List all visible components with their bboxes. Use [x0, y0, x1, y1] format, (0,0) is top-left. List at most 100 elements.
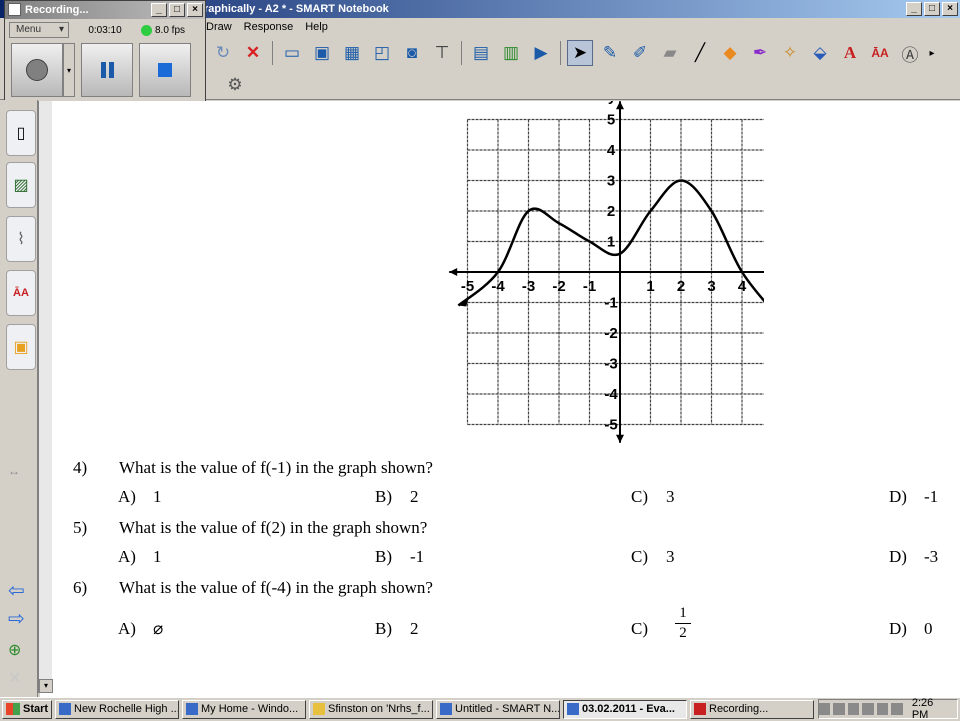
vertical-scrollbar[interactable]: ▾	[38, 101, 53, 693]
tray-icon[interactable]	[847, 703, 860, 715]
record-options-dropdown[interactable]: ▾	[63, 43, 75, 97]
recorder-maximize-button[interactable]: □	[169, 3, 185, 17]
ie-icon	[186, 702, 198, 715]
menu-response[interactable]: Response	[244, 18, 294, 36]
page-sorter-tab[interactable]: ▯	[6, 110, 36, 156]
resize-arrows-icon[interactable]: ↔	[8, 464, 20, 478]
taskbar-item[interactable]: 03.02.2011 - Eva...	[563, 699, 687, 719]
status-dot-icon	[141, 24, 152, 36]
taskbar-item-label: Recording...	[709, 702, 769, 715]
insert-table-icon[interactable]: ⊤	[429, 40, 455, 66]
magic-pen-icon[interactable]: ✒	[747, 40, 773, 66]
recorder-menu-dropdown[interactable]: Menu ▾	[9, 22, 69, 38]
answer-choice-value[interactable]: -1	[410, 547, 424, 567]
redo-icon[interactable]: ↻	[210, 40, 236, 66]
answer-choice-value[interactable]: 3	[666, 547, 675, 567]
recorder-fps-indicator: 8.0 fps	[141, 24, 185, 36]
side-tabs: ▯ ▨ ⌇ ĀA ▣ ↔ ⇦ ⇨ ⊕ ✕	[0, 100, 38, 697]
taskbar-item[interactable]: My Home - Windo...	[182, 699, 306, 719]
properties-tab[interactable]: ĀA	[6, 270, 36, 316]
creative-pen-icon[interactable]: ✐	[627, 40, 653, 66]
fill-icon[interactable]: ✧	[777, 40, 803, 66]
taskbar: Start New Rochelle High ... My Home - Wi…	[0, 697, 960, 721]
recorder-window: Recording... _ □ × Menu ▾ 0:03:10 8.0 fp…	[4, 0, 206, 108]
gallery-tab[interactable]: ▨	[6, 162, 36, 208]
record-icon	[26, 59, 48, 81]
screen-shade-icon[interactable]: ▭	[279, 40, 305, 66]
pen-icon[interactable]: ✎	[597, 40, 623, 66]
maximize-button[interactable]: □	[924, 2, 940, 16]
y-axis-arrow-up	[616, 101, 624, 110]
toolbar-separator	[560, 41, 561, 65]
document-camera-icon[interactable]: ◙	[399, 40, 425, 66]
question-number: 5)	[73, 518, 88, 537]
add-ons-tab[interactable]: ▣	[6, 324, 36, 370]
answer-choice-value[interactable]: 2	[410, 619, 419, 639]
table-icon[interactable]: ▦	[339, 40, 365, 66]
answer-choice-value[interactable]: -3	[924, 547, 938, 567]
shapes-icon[interactable]: ◆	[717, 40, 743, 66]
stop-button[interactable]	[139, 43, 191, 97]
add-page-icon[interactable]: ⊕	[8, 640, 21, 660]
display-icon[interactable]: ▣	[309, 40, 335, 66]
answer-choice-value[interactable]: 0	[924, 619, 933, 639]
screen-capture-icon[interactable]: ◰	[369, 40, 395, 66]
minimize-button[interactable]: _	[906, 2, 922, 16]
menu-draw[interactable]: Draw	[206, 18, 232, 36]
eraser-icon[interactable]: ▰	[657, 40, 683, 66]
y-tick-label: -2	[604, 325, 617, 342]
answer-choice-value[interactable]: 1	[153, 547, 162, 567]
smart-notebook-icon	[567, 702, 579, 715]
screen-recorder-icon[interactable]: ▶	[528, 40, 554, 66]
notebook-page[interactable]: -5-4-3-2-11234554321-1-2-3-4-5xy 4)What …	[40, 101, 960, 697]
text-icon[interactable]: A	[837, 40, 863, 66]
pause-button[interactable]	[81, 43, 133, 97]
line-icon[interactable]: ╱	[687, 40, 713, 66]
video-icon[interactable]: ▥	[498, 40, 524, 66]
y-tick-label: 5	[607, 112, 615, 129]
tray-icon[interactable]	[891, 703, 903, 715]
paint-bucket-icon[interactable]: ⬙	[807, 40, 833, 66]
chevron-right-icon[interactable]: ▸	[927, 40, 937, 66]
start-button[interactable]: Start	[2, 699, 52, 719]
next-page-icon[interactable]: ⇨	[8, 606, 25, 631]
answer-choice-letter: B)	[375, 487, 392, 506]
taskbar-item[interactable]: Sfinston on 'Nrhs_f...	[309, 699, 433, 719]
taskbar-item[interactable]: New Rochelle High ...	[55, 699, 179, 719]
delete-icon[interactable]: ✕	[240, 40, 266, 66]
tray-icon[interactable]	[833, 703, 845, 715]
tray-icon[interactable]	[876, 703, 889, 715]
tray-icon[interactable]	[819, 703, 831, 715]
menu-help[interactable]: Help	[305, 18, 328, 36]
delete-page-icon[interactable]: ✕	[8, 668, 21, 688]
x-tick-label: 3	[707, 278, 715, 295]
gallery-icon: ▨	[13, 177, 29, 194]
attachments-tab[interactable]: ⌇	[6, 216, 36, 262]
scroll-down-button[interactable]: ▾	[39, 679, 53, 693]
record-button[interactable]	[11, 43, 63, 97]
toolbar-row-2: ⚙	[222, 72, 248, 98]
attachment-icon[interactable]: ▤	[468, 40, 494, 66]
answer-choice-value[interactable]: -1	[924, 487, 938, 507]
answer-choice-value[interactable]: 2	[410, 487, 419, 507]
tray-icon[interactable]	[862, 703, 874, 715]
recorder-title-bar: Recording... _ □ ×	[5, 1, 205, 19]
taskbar-item[interactable]: Untitled - SMART N...	[436, 699, 560, 719]
close-button[interactable]: ×	[942, 2, 958, 16]
answer-choice-value[interactable]: ⌀	[153, 619, 163, 639]
taskbar-item-label: My Home - Windo...	[201, 702, 299, 715]
chevron-down-icon: ▾	[58, 24, 64, 35]
y-tick-label: -1	[604, 295, 617, 312]
taskbar-item[interactable]: Recording...	[690, 699, 814, 719]
ie-icon	[59, 702, 71, 715]
more-tools-icon[interactable]: Ⓐ	[897, 40, 923, 66]
properties-icon[interactable]: ĀA	[867, 40, 893, 66]
previous-page-icon[interactable]: ⇦	[8, 578, 25, 603]
function-graph: -5-4-3-2-11234554321-1-2-3-4-5xy	[449, 101, 764, 443]
customize-toolbar-icon[interactable]: ⚙	[222, 72, 248, 98]
answer-choice-value[interactable]: 3	[666, 487, 675, 507]
answer-choice-value[interactable]: 1	[153, 487, 162, 507]
select-arrow-icon[interactable]: ➤	[567, 40, 593, 66]
recorder-minimize-button[interactable]: _	[151, 3, 167, 17]
recorder-close-button[interactable]: ×	[187, 3, 203, 17]
